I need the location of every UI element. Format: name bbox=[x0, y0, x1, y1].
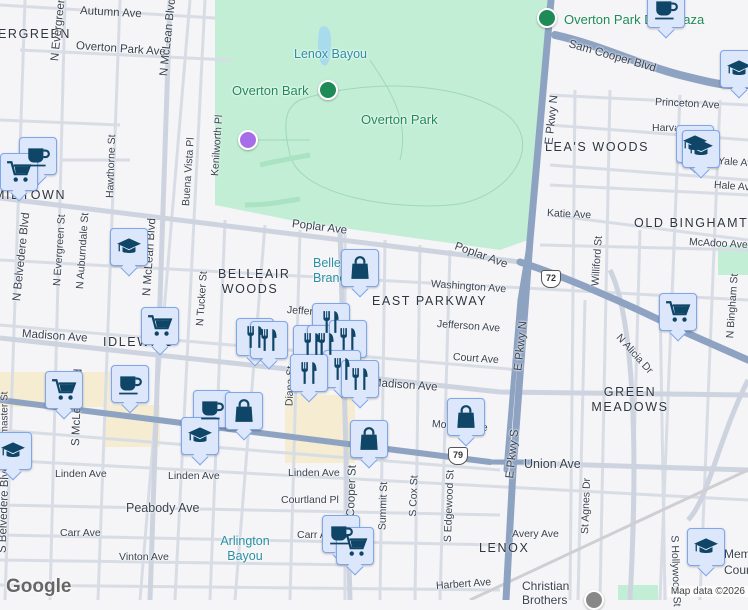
school-pin-icon[interactable] bbox=[584, 590, 604, 610]
school-marker[interactable] bbox=[181, 417, 219, 455]
street-label: Harvard Ave bbox=[652, 122, 676, 134]
place-label[interactable]: Christian Brothers bbox=[522, 579, 582, 607]
neighborhood-label: OLD BINGHAMTON bbox=[634, 216, 748, 230]
coffee-cup-icon bbox=[117, 371, 143, 397]
street-label: Vinton Ave bbox=[119, 551, 169, 563]
shopping-bag-icon bbox=[453, 404, 479, 430]
water-label: Arlington Bayou bbox=[220, 534, 270, 563]
park-tree-icon[interactable] bbox=[318, 80, 338, 100]
restaurant-marker[interactable] bbox=[250, 321, 288, 359]
street-label: Linden Ave bbox=[55, 468, 107, 480]
street-label: Peabody Ave bbox=[126, 501, 200, 515]
coffee-cup-icon bbox=[199, 396, 225, 422]
graduation-cap-icon bbox=[726, 56, 748, 82]
cafe-marker[interactable] bbox=[647, 0, 685, 28]
route-72-shield: 72 bbox=[541, 270, 561, 288]
shopping-cart-icon bbox=[147, 313, 173, 339]
grocery-marker[interactable] bbox=[45, 371, 83, 409]
fork-knife-icon bbox=[347, 366, 373, 392]
neighborhood-label: EAST PARKWAY bbox=[372, 294, 488, 308]
fork-knife-icon bbox=[335, 326, 361, 352]
shopping-cart-icon bbox=[51, 377, 77, 403]
street-label: Courtland Pl bbox=[281, 494, 339, 506]
shopping-marker[interactable] bbox=[225, 392, 263, 430]
graduation-cap-icon bbox=[187, 423, 213, 449]
school-marker[interactable] bbox=[0, 432, 32, 470]
neighborhood-label: BELLEAIR WOODS bbox=[218, 267, 291, 296]
graduation-cap-icon bbox=[116, 234, 142, 260]
street-label: Katie Ave bbox=[546, 207, 592, 222]
school-marker[interactable] bbox=[720, 50, 748, 88]
golf-area bbox=[618, 585, 658, 600]
street-label: Carr Ave bbox=[60, 527, 101, 539]
fork-knife-icon bbox=[256, 327, 282, 353]
restaurant-marker[interactable] bbox=[341, 360, 379, 398]
shopping-cart-icon bbox=[665, 299, 691, 325]
street-label: St Agnes Dr bbox=[579, 477, 593, 535]
shopping-cart-icon bbox=[342, 533, 368, 559]
shopping-cart-icon bbox=[6, 159, 32, 185]
cafe-marker[interactable] bbox=[111, 365, 149, 403]
street-label: S Cox St bbox=[406, 475, 421, 517]
school-marker[interactable] bbox=[682, 130, 720, 168]
graduation-cap-icon bbox=[0, 438, 26, 464]
shopping-marker[interactable] bbox=[447, 398, 485, 436]
map-attribution[interactable]: Map data ©2026 bbox=[667, 586, 748, 597]
google-logo[interactable]: Google bbox=[6, 576, 71, 598]
museum-icon[interactable] bbox=[238, 130, 258, 150]
park-label[interactable]: Overton Bark bbox=[232, 83, 309, 98]
shopping-bag-icon bbox=[356, 426, 382, 452]
neighborhood-label: GREEN MEADOWS bbox=[591, 385, 669, 414]
neighborhood-label: LEA'S WOODS bbox=[545, 140, 650, 154]
school-marker[interactable] bbox=[110, 228, 148, 266]
street-label: Linden Ave bbox=[288, 467, 340, 479]
shopping-bag-icon bbox=[347, 255, 373, 281]
street-label: Avery Ave bbox=[512, 528, 559, 540]
park-tree-icon[interactable] bbox=[537, 8, 557, 28]
street-label: S Edgewood St bbox=[441, 469, 457, 543]
fork-knife-icon bbox=[296, 360, 322, 386]
street-label: Union Ave bbox=[524, 457, 581, 471]
grocery-marker[interactable] bbox=[336, 527, 374, 565]
park-label[interactable]: Overton Park bbox=[361, 112, 438, 127]
street-label: Cooper St bbox=[344, 464, 359, 518]
restaurant-marker[interactable] bbox=[290, 354, 328, 392]
coffee-cup-icon bbox=[653, 0, 679, 22]
shopping-marker[interactable] bbox=[341, 249, 379, 287]
street-label: Hawthorne St bbox=[104, 134, 119, 199]
shopping-bag-icon bbox=[231, 398, 257, 424]
school-marker[interactable] bbox=[687, 528, 725, 566]
shopping-marker[interactable] bbox=[350, 420, 388, 458]
street-label: Linden Ave bbox=[168, 470, 220, 482]
street-label: Summit St bbox=[376, 481, 391, 531]
graduation-cap-icon bbox=[688, 136, 714, 162]
water-label: Lenox Bayou bbox=[294, 47, 367, 61]
grocery-marker[interactable] bbox=[141, 307, 179, 345]
route-79-shield: 79 bbox=[448, 447, 468, 465]
neighborhood-label: LENOX bbox=[479, 541, 530, 555]
place-label[interactable]: Memphis Country bbox=[724, 546, 748, 578]
grocery-marker[interactable] bbox=[659, 293, 697, 331]
graduation-cap-icon bbox=[693, 534, 719, 560]
